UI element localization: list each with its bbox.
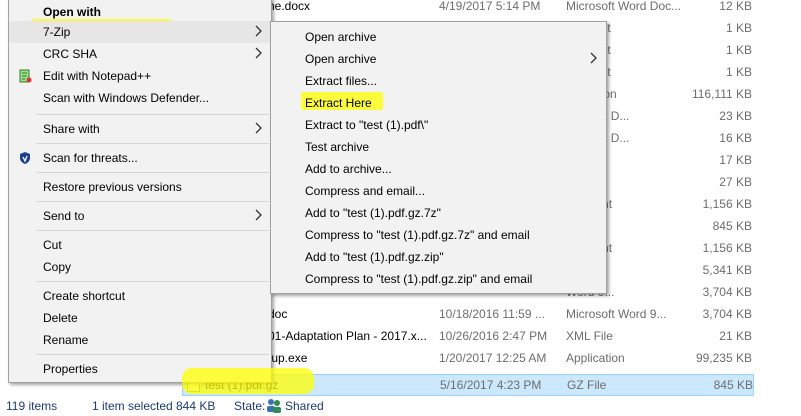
submenu-item-open-archive[interactable]: Open archive xyxy=(271,26,606,48)
menu-separator xyxy=(37,143,269,144)
file-date: 1/20/2017 12:25 AM xyxy=(439,351,547,365)
menu-item-copy[interactable]: Copy xyxy=(9,256,271,278)
file-type: Application xyxy=(566,351,625,365)
submenu-item-compress-zip-email[interactable]: Compress to "test (1).pdf.gz.zip" and em… xyxy=(271,268,606,290)
file-size: 3,704 KB xyxy=(702,285,752,299)
file-size: 1 KB xyxy=(725,65,752,79)
submenu-item-compress-email[interactable]: Compress and email... xyxy=(271,180,606,202)
marker-highlight xyxy=(182,368,314,394)
menu-item-rename[interactable]: Rename xyxy=(9,329,271,351)
status-state-label: State: xyxy=(234,399,266,413)
file-type: XML File xyxy=(566,329,613,343)
file-name: tup.exe xyxy=(268,351,308,365)
file-size: 16 KB xyxy=(719,131,752,145)
file-size: 99,235 KB xyxy=(695,351,752,365)
file-size: 12 KB xyxy=(719,0,752,13)
file-size: 21 KB xyxy=(719,329,752,343)
chevron-right-icon xyxy=(255,25,262,37)
file-name: ne.docx xyxy=(268,0,311,13)
menu-separator xyxy=(37,230,269,231)
7zip-submenu: Open archive Open archive Extract files.… xyxy=(270,21,607,294)
menu-item-restore-versions[interactable]: Restore previous versions xyxy=(9,176,271,198)
file-size: 845 KB xyxy=(713,378,753,392)
file-type: GZ File xyxy=(567,378,607,392)
chevron-right-icon xyxy=(255,209,262,221)
context-menu: Open with 7-Zip CRC SHA Edit with Notepa… xyxy=(8,0,272,383)
menu-item-send-to[interactable]: Send to xyxy=(9,205,271,227)
file-size: 1 KB xyxy=(725,43,752,57)
file-date: 10/26/2016 2:47 PM xyxy=(439,329,548,343)
menu-item-edit-notepad[interactable]: Edit with Notepad++ xyxy=(9,65,271,87)
status-selected-size: 844 KB xyxy=(176,399,216,413)
menu-item-scan-threats[interactable]: Scan for threats... xyxy=(9,147,271,169)
file-type: Microsoft Word Doc... xyxy=(566,0,682,13)
menu-item-cut[interactable]: Cut xyxy=(9,234,271,256)
submenu-item-add-to-7z[interactable]: Add to "test (1).pdf.gz.7z" xyxy=(271,202,606,224)
menu-item-share-with[interactable]: Share with xyxy=(9,118,271,140)
file-size: 1,156 KB xyxy=(702,197,752,211)
file-size: 116,111 KB xyxy=(691,87,752,101)
file-size: 1 KB xyxy=(725,21,752,35)
chevron-right-icon xyxy=(255,122,262,134)
menu-separator xyxy=(37,172,269,173)
shared-users-icon xyxy=(266,397,282,416)
file-size: 23 KB xyxy=(719,109,752,123)
file-size: 27 KB xyxy=(719,175,752,189)
submenu-item-compress-7z-email[interactable]: Compress to "test (1).pdf.gz.7z" and ema… xyxy=(271,224,606,246)
status-state-value: Shared xyxy=(285,399,324,413)
file-name: 01-Adaptation Plan - 2017.x... xyxy=(268,329,427,343)
file-size: 1,156 KB xyxy=(702,241,752,255)
file-date: 4/19/2017 5:14 PM xyxy=(439,0,541,13)
file-size: 845 KB xyxy=(712,219,752,233)
submenu-item-extract-files[interactable]: Extract files... xyxy=(271,70,606,92)
menu-item-crc-sha[interactable]: CRC SHA xyxy=(9,43,271,65)
file-date: 5/16/2017 4:23 PM xyxy=(440,378,542,392)
file-date: 10/18/2016 11:59 ... xyxy=(439,307,545,321)
submenu-item-extract-here[interactable]: Extract Here xyxy=(271,92,606,114)
file-type: Microsoft Word 9... xyxy=(566,307,667,321)
file-size: 5,341 KB xyxy=(702,263,752,277)
menu-item-delete[interactable]: Delete xyxy=(9,307,271,329)
file-size: 3,704 KB xyxy=(702,307,752,321)
menu-separator xyxy=(37,114,269,115)
chevron-right-icon xyxy=(255,47,262,59)
status-selected-count: 1 item selected xyxy=(92,399,173,413)
menu-item-scan-defender[interactable]: Scan with Windows Defender... xyxy=(9,87,271,109)
file-name: doc xyxy=(268,307,288,321)
menu-separator xyxy=(37,281,269,282)
menu-separator xyxy=(37,354,269,355)
file-size: 17 KB xyxy=(719,153,752,167)
chevron-right-icon xyxy=(590,52,597,64)
submenu-item-add-to-zip[interactable]: Add to "test (1).pdf.gz.zip" xyxy=(271,246,606,268)
submenu-item-open-archive-more[interactable]: Open archive xyxy=(271,48,606,70)
status-bar: 119 items 1 item selected 844 KB State: … xyxy=(0,397,801,415)
status-item-count: 119 items xyxy=(6,399,58,413)
shield-icon xyxy=(20,152,30,164)
submenu-item-extract-to[interactable]: Extract to "test (1).pdf\" xyxy=(271,114,606,136)
submenu-item-test-archive[interactable]: Test archive xyxy=(271,136,606,158)
submenu-item-add-to-archive[interactable]: Add to archive... xyxy=(271,158,606,180)
menu-item-create-shortcut[interactable]: Create shortcut xyxy=(9,285,271,307)
menu-separator xyxy=(37,201,269,202)
notepad-plus-plus-icon xyxy=(19,69,32,83)
menu-item-7zip[interactable]: 7-Zip xyxy=(9,21,271,43)
